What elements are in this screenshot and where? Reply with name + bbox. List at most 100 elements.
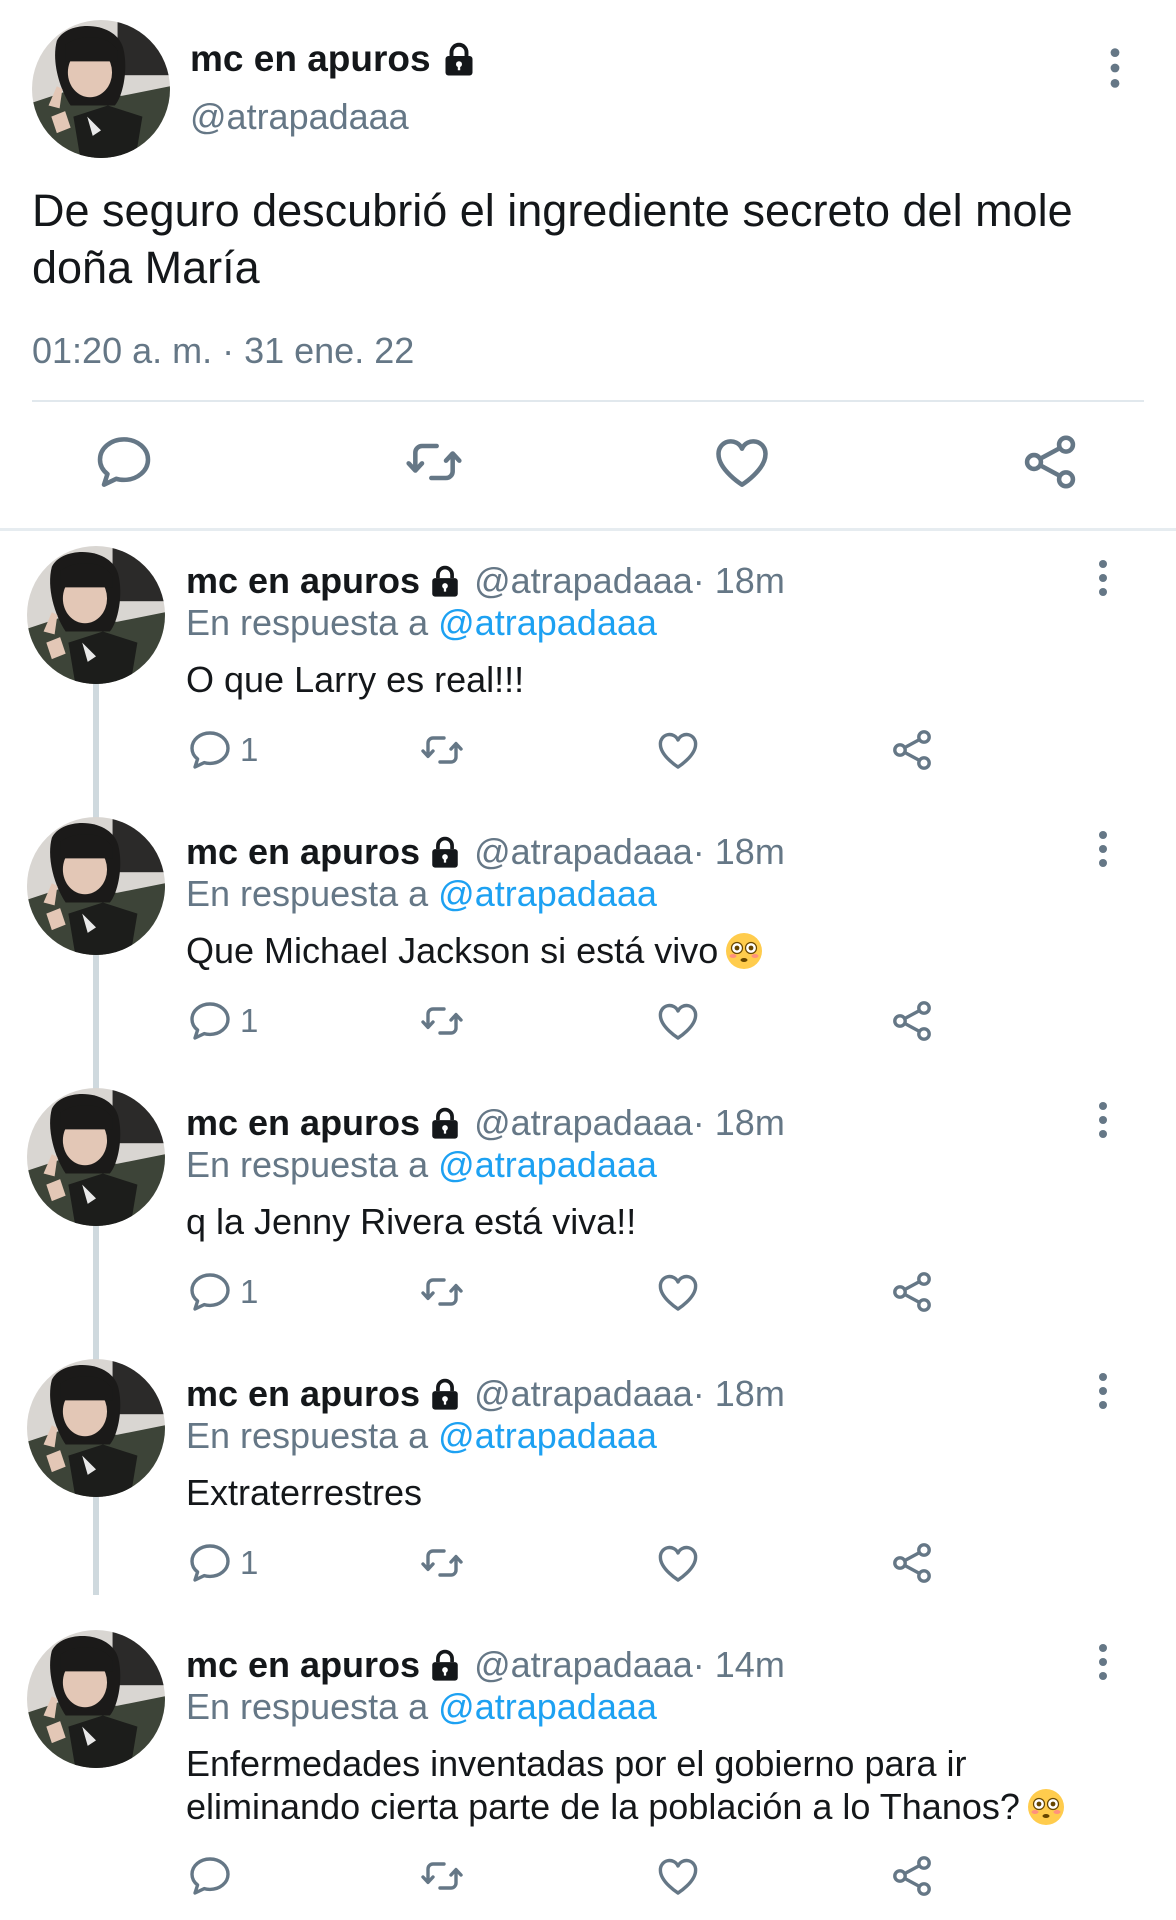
replying-to-label: En respuesta a xyxy=(186,1415,439,1456)
retweet-icon xyxy=(418,726,466,774)
like-icon xyxy=(654,1852,702,1900)
share-button[interactable] xyxy=(888,997,936,1045)
mention-link[interactable]: @atrapadaaa xyxy=(438,1686,657,1727)
username[interactable]: @atrapadaaa xyxy=(474,831,693,873)
display-name[interactable]: mc en apuros xyxy=(186,560,420,602)
replying-to: En respuesta a @atrapadaaa xyxy=(186,602,657,644)
avatar[interactable] xyxy=(27,546,165,684)
reply-button[interactable]: 1 xyxy=(186,1268,258,1316)
reply-tweet[interactable]: mc en apuros @atrapadaaa · 14m En respue… xyxy=(0,1630,1176,1920)
more-options-icon[interactable] xyxy=(1090,1371,1116,1411)
username[interactable]: @atrapadaaa xyxy=(474,1102,693,1144)
username[interactable]: @atrapadaaa xyxy=(474,1373,693,1415)
reply-actions xyxy=(186,1852,986,1902)
share-icon xyxy=(888,1268,936,1316)
replying-to: En respuesta a @atrapadaaa xyxy=(186,1415,657,1457)
more-options-icon[interactable] xyxy=(1100,46,1130,90)
retweet-button[interactable] xyxy=(418,997,466,1045)
reply-actions: 1 xyxy=(186,1268,986,1318)
username[interactable]: @atrapadaaa xyxy=(474,1644,693,1686)
display-name[interactable]: mc en apuros xyxy=(186,1373,420,1415)
like-icon[interactable] xyxy=(710,430,774,494)
mention-link[interactable]: @atrapadaaa xyxy=(438,602,657,643)
replying-to: En respuesta a @atrapadaaa xyxy=(186,873,657,915)
display-name[interactable]: mc en apuros xyxy=(186,831,420,873)
reply-header: mc en apuros @atrapadaaa · 18m xyxy=(186,560,785,602)
main-tweet: mc en apuros @atrapadaaa De seguro descu… xyxy=(0,0,1176,530)
reply-count: 1 xyxy=(240,1544,259,1581)
more-options-icon[interactable] xyxy=(1090,1100,1116,1140)
share-button[interactable] xyxy=(888,1852,936,1900)
reply-count: 1 xyxy=(240,731,259,768)
retweet-button[interactable] xyxy=(418,1852,466,1900)
tweet-actions xyxy=(0,430,1176,500)
username[interactable]: @atrapadaaa xyxy=(190,96,409,138)
share-button[interactable] xyxy=(888,1268,936,1316)
lock-icon xyxy=(428,1648,462,1682)
retweet-button[interactable] xyxy=(418,1268,466,1316)
display-name[interactable]: mc en apuros xyxy=(190,38,477,80)
like-button[interactable] xyxy=(654,726,702,774)
more-options-icon[interactable] xyxy=(1090,1642,1116,1682)
tweet-text: De seguro descubrió el ingrediente secre… xyxy=(32,185,1073,293)
avatar[interactable] xyxy=(27,1088,165,1226)
display-name[interactable]: mc en apuros xyxy=(186,1102,420,1144)
reply-time: · 14m xyxy=(692,1644,785,1685)
divider xyxy=(32,400,1144,402)
more-options-icon[interactable] xyxy=(1090,558,1116,598)
reply-icon xyxy=(186,1539,234,1587)
reply-count: 1 xyxy=(240,1002,259,1039)
reply-tweet[interactable]: mc en apuros @atrapadaaa · 18m En respue… xyxy=(0,817,1176,1087)
reply-icon xyxy=(186,1268,234,1316)
reply-actions: 1 xyxy=(186,997,986,1047)
reply-button[interactable]: 1 xyxy=(186,1539,258,1587)
username[interactable]: @atrapadaaa xyxy=(474,560,693,602)
reply-text: Que Michael Jackson si está vivo xyxy=(186,929,1126,972)
avatar[interactable] xyxy=(32,20,170,158)
retweet-icon xyxy=(418,1539,466,1587)
lock-icon xyxy=(428,835,462,869)
retweet-icon xyxy=(418,1852,466,1900)
replying-to-label: En respuesta a xyxy=(186,602,439,643)
reply-button[interactable]: 1 xyxy=(186,997,258,1045)
replying-to-label: En respuesta a xyxy=(186,873,439,914)
flushed-face-emoji-icon xyxy=(1026,1787,1066,1827)
share-icon[interactable] xyxy=(1018,430,1082,494)
reply-text-content: Que Michael Jackson si está vivo xyxy=(186,930,719,971)
retweet-icon[interactable] xyxy=(402,430,466,494)
tweet-timestamp: 01:20 a. m. · 31 ene. 22 xyxy=(32,330,415,371)
avatar[interactable] xyxy=(27,817,165,955)
lock-icon xyxy=(428,564,462,598)
reply-icon[interactable] xyxy=(92,430,156,494)
like-button[interactable] xyxy=(654,1539,702,1587)
reply-tweet[interactable]: mc en apuros @atrapadaaa · 18m En respue… xyxy=(0,1359,1176,1629)
more-options-icon[interactable] xyxy=(1090,829,1116,869)
reply-time: · 18m xyxy=(692,1373,785,1414)
reply-tweet[interactable]: mc en apuros @atrapadaaa · 18m En respue… xyxy=(0,546,1176,816)
display-name[interactable]: mc en apuros xyxy=(186,1644,420,1686)
retweet-button[interactable] xyxy=(418,726,466,774)
reply-tweet[interactable]: mc en apuros @atrapadaaa · 18m En respue… xyxy=(0,1088,1176,1358)
reply-button[interactable]: 1 xyxy=(186,726,258,774)
reply-icon xyxy=(186,726,234,774)
reply-header: mc en apuros @atrapadaaa · 18m xyxy=(186,831,785,873)
reply-time: · 18m xyxy=(692,831,785,872)
avatar[interactable] xyxy=(27,1630,165,1768)
like-button[interactable] xyxy=(654,997,702,1045)
reply-header: mc en apuros @atrapadaaa · 14m xyxy=(186,1644,785,1686)
mention-link[interactable]: @atrapadaaa xyxy=(438,1144,657,1185)
share-button[interactable] xyxy=(888,726,936,774)
like-button[interactable] xyxy=(654,1268,702,1316)
mention-link[interactable]: @atrapadaaa xyxy=(438,873,657,914)
reply-actions: 1 xyxy=(186,726,986,776)
avatar[interactable] xyxy=(27,1359,165,1497)
share-icon xyxy=(888,997,936,1045)
share-button[interactable] xyxy=(888,1539,936,1587)
reply-text-content: Enfermedades inventadas por el gobierno … xyxy=(186,1743,1020,1827)
reply-button[interactable] xyxy=(186,1852,240,1900)
like-button[interactable] xyxy=(654,1852,702,1900)
mention-link[interactable]: @atrapadaaa xyxy=(438,1415,657,1456)
reply-header: mc en apuros @atrapadaaa · 18m xyxy=(186,1373,785,1415)
retweet-button[interactable] xyxy=(418,1539,466,1587)
reply-count: 1 xyxy=(240,1273,259,1310)
